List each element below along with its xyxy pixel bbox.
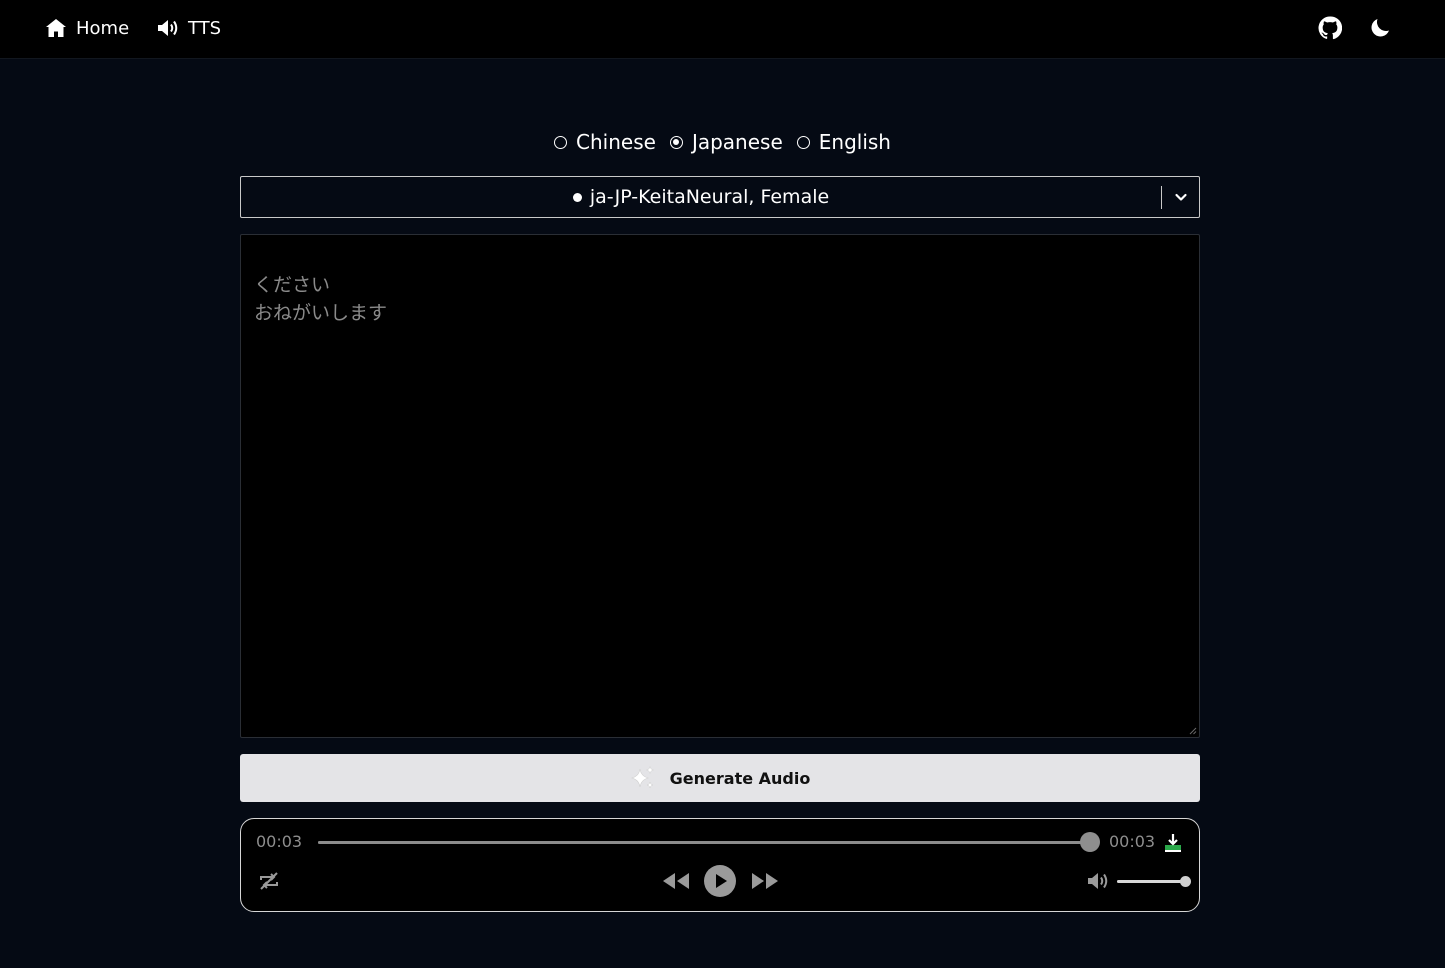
nav-home-link[interactable]: Home xyxy=(45,14,129,42)
home-icon xyxy=(46,19,66,37)
top-nav-bar: Home TTS xyxy=(0,0,1445,59)
nav-tts-link[interactable]: TTS xyxy=(157,14,221,42)
select-divider xyxy=(1161,186,1162,209)
language-label-japanese: Japanese xyxy=(691,130,783,154)
moon-icon[interactable] xyxy=(1368,16,1392,40)
language-label-chinese: Chinese xyxy=(576,130,656,154)
repeat-off-icon[interactable] xyxy=(257,869,281,893)
nav-tts-label: TTS xyxy=(188,17,222,39)
volume-fill xyxy=(1117,880,1185,883)
audio-player: 00:03 00:03 xyxy=(240,818,1200,912)
language-label-english: English xyxy=(818,130,891,154)
play-icon[interactable] xyxy=(703,864,737,898)
fast-forward-icon[interactable] xyxy=(751,869,779,893)
generate-audio-button[interactable]: Generate Audio xyxy=(240,754,1200,802)
rewind-icon[interactable] xyxy=(662,869,690,893)
current-time: 00:03 xyxy=(256,832,303,851)
radio-english[interactable] xyxy=(796,135,810,149)
voice-select[interactable]: ja-JP-KeitaNeural, Female xyxy=(240,176,1200,218)
progress-track[interactable] xyxy=(318,832,1100,852)
generate-audio-label: Generate Audio xyxy=(669,768,811,788)
volume-thumb[interactable] xyxy=(1180,876,1191,887)
voice-dot-icon xyxy=(572,192,582,202)
language-option-chinese[interactable]: Chinese xyxy=(554,130,656,154)
resize-handle-icon[interactable] xyxy=(1189,727,1197,735)
progress-thumb[interactable] xyxy=(1080,832,1100,852)
sparkles-icon xyxy=(630,766,654,789)
github-icon[interactable] xyxy=(1318,16,1342,40)
text-line: おねがいします xyxy=(254,302,388,324)
language-option-english[interactable]: English xyxy=(796,130,891,154)
text-line: ください xyxy=(254,274,331,296)
chevron-down-icon[interactable] xyxy=(1174,190,1188,204)
volume-track[interactable] xyxy=(1117,876,1191,887)
duration-time: 00:03 xyxy=(1109,832,1156,851)
download-icon[interactable] xyxy=(1162,832,1184,854)
voice-select-label: ja-JP-KeitaNeural, Female xyxy=(589,186,830,208)
nav-home-label: Home xyxy=(76,17,130,39)
text-input-area[interactable]: ください おねがいします xyxy=(240,234,1200,738)
language-radio-group: Chinese Japanese English xyxy=(0,128,1445,156)
progress-fill xyxy=(318,841,1090,844)
radio-chinese[interactable] xyxy=(554,135,568,149)
volume-icon[interactable] xyxy=(1086,869,1110,893)
radio-japanese[interactable] xyxy=(669,135,683,149)
speaker-icon xyxy=(158,20,178,36)
voice-select-value: ja-JP-KeitaNeural, Female xyxy=(241,177,1161,217)
language-option-japanese[interactable]: Japanese xyxy=(669,130,783,154)
